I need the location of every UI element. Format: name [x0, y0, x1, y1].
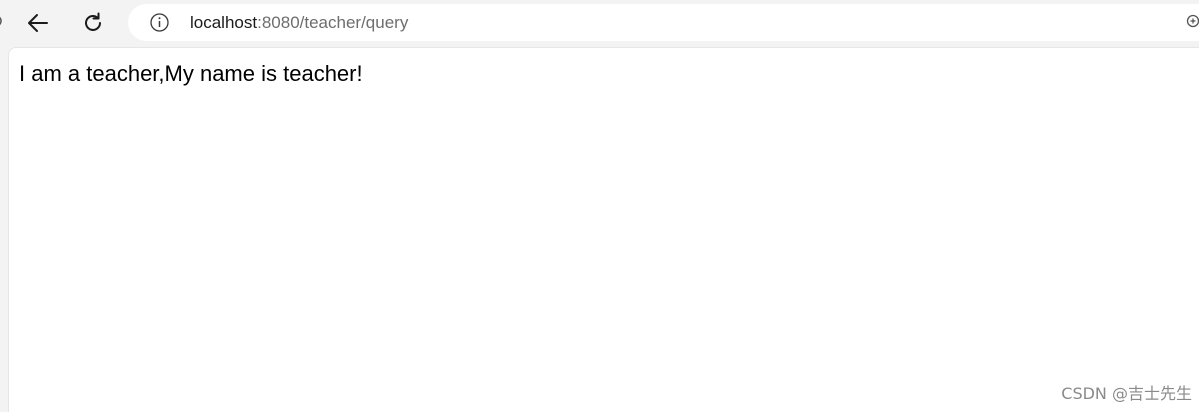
- browser-toolbar: localhost:8080/teacher/query: [0, 0, 1199, 46]
- refresh-icon: [82, 12, 104, 34]
- info-icon[interactable]: [150, 13, 169, 32]
- arrow-left-icon: [27, 13, 49, 33]
- sidebar-edge-icon: [0, 14, 4, 30]
- refresh-button[interactable]: [76, 6, 110, 40]
- page-body-text: I am a teacher,My name is teacher!: [19, 61, 363, 86]
- zoom-icon[interactable]: [1186, 14, 1199, 30]
- url-path: :8080/teacher/query: [257, 13, 409, 32]
- url-text[interactable]: localhost:8080/teacher/query: [190, 13, 408, 32]
- back-button[interactable]: [21, 6, 55, 40]
- address-bar[interactable]: localhost:8080/teacher/query: [128, 4, 1199, 41]
- watermark-text: CSDN @吉士先生: [1061, 384, 1192, 403]
- page-content: I am a teacher,My name is teacher! CSDN …: [8, 47, 1199, 412]
- url-host: localhost: [190, 13, 258, 32]
